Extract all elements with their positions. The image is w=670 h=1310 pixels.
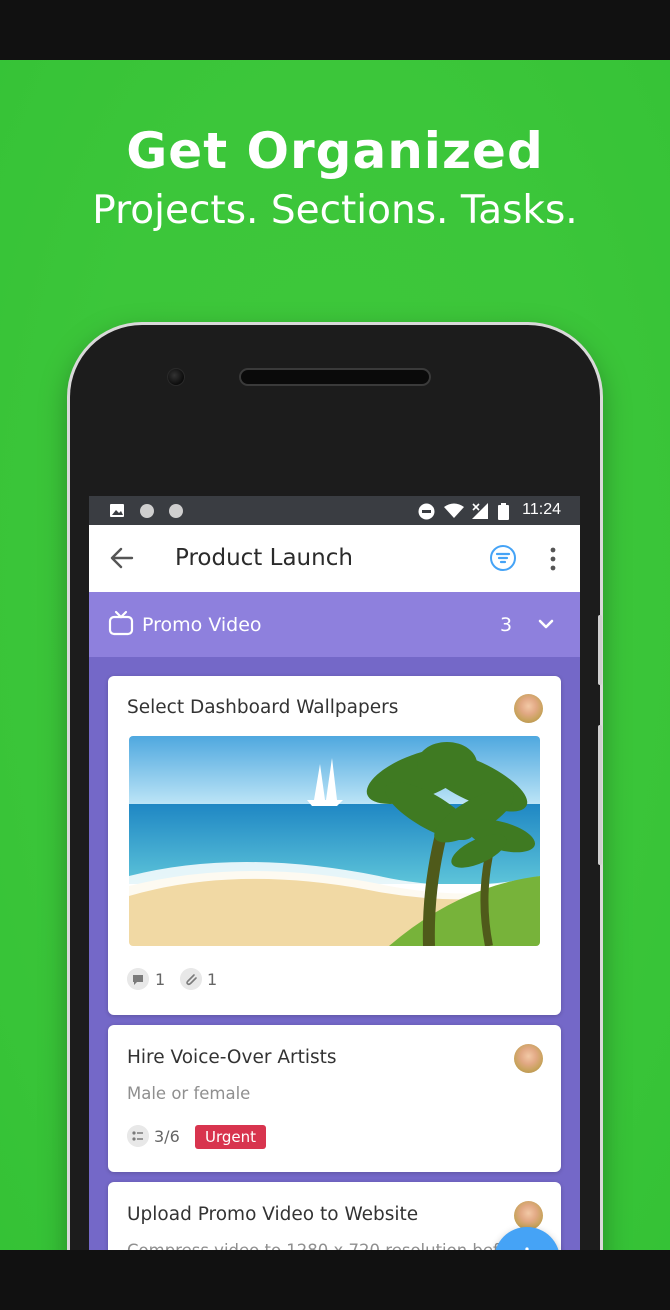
front-camera <box>167 368 185 386</box>
task-title: Upload Promo Video to Website <box>127 1204 419 1225</box>
more-vert-icon[interactable] <box>543 545 563 573</box>
section-task-count: 3 <box>500 614 513 636</box>
task-title: Select Dashboard Wallpapers <box>127 697 399 718</box>
add-task-button[interactable] <box>494 1227 560 1250</box>
section-title: Promo Video <box>142 614 262 636</box>
task-card[interactable]: Hire Voice-Over Artists Male or female 3… <box>108 1025 561 1172</box>
attachment-count: 1 <box>207 970 218 989</box>
phone-frame: 11:24 Product Launch Promo Video 3 Selec… <box>70 325 602 1250</box>
signal-icon <box>472 503 488 519</box>
bottom-black-bar <box>0 1250 670 1310</box>
checklist-progress: 3/6 <box>154 1127 180 1146</box>
phone-volume-button <box>598 725 602 865</box>
status-time: 11:24 <box>522 501 561 518</box>
app-bar: Product Launch <box>89 525 580 592</box>
wifi-icon <box>444 503 464 518</box>
wallpaper-thumbnail-image <box>129 736 540 946</box>
earpiece-speaker <box>239 368 431 386</box>
urgent-tag: Urgent <box>195 1125 267 1149</box>
promo-headline: Get Organized <box>126 122 544 180</box>
status-bar: 11:24 <box>89 496 580 525</box>
plus-icon <box>525 1247 529 1250</box>
avatar <box>514 694 543 723</box>
comment-icon <box>127 968 149 990</box>
task-description-line: Compress video to 1280 x 720 resolution … <box>127 1236 516 1250</box>
task-description: Male or female <box>127 1084 251 1103</box>
page-title: Product Launch <box>175 545 353 571</box>
avatar <box>514 1201 543 1230</box>
avatar <box>514 1044 543 1073</box>
arrow-back-icon[interactable] <box>109 545 135 571</box>
filter-icon[interactable] <box>489 544 517 572</box>
phone-screen: 11:24 Product Launch Promo Video 3 Selec… <box>89 496 580 1250</box>
section-header[interactable]: Promo Video 3 <box>89 592 580 657</box>
circle-icon <box>169 504 183 518</box>
attachment-icon <box>180 968 202 990</box>
task-card[interactable]: Select Dashboard Wallpapers 1 1 <box>108 676 561 1015</box>
circle-icon <box>140 504 154 518</box>
tv-icon <box>108 610 134 636</box>
promo-background: Get Organized Projects. Sections. Tasks. <box>0 60 670 1250</box>
top-black-bar <box>0 0 670 60</box>
phone-side-button <box>598 615 602 685</box>
chevron-down-icon[interactable] <box>536 614 556 634</box>
checklist-icon <box>127 1125 149 1147</box>
image-icon <box>110 504 124 517</box>
do-not-disturb-icon <box>418 503 435 520</box>
task-title: Hire Voice-Over Artists <box>127 1047 337 1068</box>
battery-icon <box>498 503 509 520</box>
comment-count: 1 <box>155 970 166 989</box>
promo-subheadline: Projects. Sections. Tasks. <box>92 188 578 233</box>
